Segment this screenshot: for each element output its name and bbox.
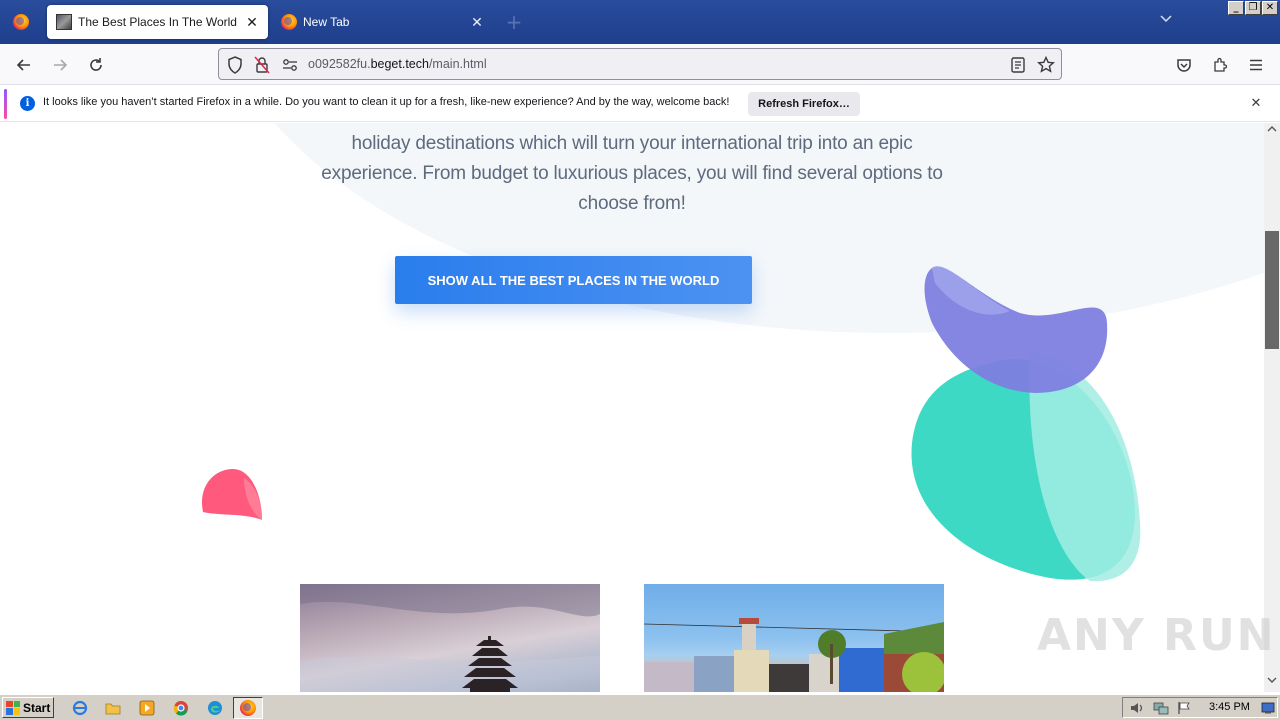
pink-blob-graphic <box>201 468 262 520</box>
reload-button[interactable] <box>81 50 111 80</box>
chevron-down-icon <box>1160 15 1172 23</box>
pagoda-silhouette-graphic <box>300 584 600 692</box>
intro-line: choose from! <box>578 193 686 214</box>
reader-view-icon[interactable] <box>1011 57 1025 73</box>
tracking-protection-shield-icon[interactable] <box>227 56 243 74</box>
windows-logo-icon <box>6 700 20 715</box>
tab-best-places[interactable]: The Best Places In The World ✕ <box>47 5 268 39</box>
anyrun-watermark: ANY RUN <box>1037 610 1276 661</box>
back-button[interactable] <box>9 50 39 80</box>
close-window-button[interactable]: ✕ <box>1262 1 1278 15</box>
extensions-button[interactable] <box>1205 50 1235 80</box>
notification-accent-stripe <box>4 89 7 119</box>
start-label: Start <box>23 700 51 715</box>
tab-title: The Best Places In The World <box>78 15 237 29</box>
notification-bar: i It looks like you haven’t started Fire… <box>0 86 1280 122</box>
decorative-blobs-graphic <box>911 266 1141 582</box>
place-image-bali-temple[interactable] <box>300 584 600 692</box>
internet-explorer-icon[interactable] <box>70 698 90 718</box>
refresh-firefox-button[interactable]: Refresh Firefox… <box>748 92 860 116</box>
app-menu-button[interactable] <box>1241 50 1271 80</box>
close-tab-icon[interactable]: ✕ <box>242 12 262 32</box>
insecure-lock-icon[interactable] <box>254 56 270 74</box>
vertical-scrollbar[interactable] <box>1264 123 1280 692</box>
window-controls: _ ❐ ✕ <box>1228 1 1278 16</box>
town-scene-graphic <box>644 618 944 692</box>
url-domain: beget.tech <box>370 57 429 71</box>
page-viewport: holiday destinations which will turn you… <box>0 123 1264 692</box>
firefox-menu-button[interactable] <box>0 0 42 44</box>
chevron-down-icon <box>1267 677 1277 683</box>
edge-icon[interactable] <box>205 698 225 718</box>
windows-taskbar: Start 3:45 PM <box>0 694 1280 720</box>
tab-title: New Tab <box>303 15 350 29</box>
puzzle-piece-icon <box>1214 57 1228 72</box>
volume-icon[interactable] <box>1129 701 1145 715</box>
minimize-button[interactable]: _ <box>1228 1 1244 15</box>
firefox-taskbar-button[interactable] <box>233 697 263 719</box>
firefox-icon <box>281 14 297 30</box>
show-desktop-icon[interactable] <box>1261 702 1275 714</box>
chevron-up-icon <box>1267 126 1277 132</box>
scrollbar-thumb[interactable] <box>1265 231 1279 349</box>
tab-new-tab[interactable]: New Tab ✕ <box>272 5 493 39</box>
address-bar[interactable]: o092582fu.beget.tech/main.html <box>218 48 1062 80</box>
pocket-button[interactable] <box>1169 50 1199 80</box>
reload-icon <box>90 58 102 71</box>
intro-line: holiday destinations which will turn you… <box>351 133 913 154</box>
new-tab-button[interactable]: + <box>504 10 524 34</box>
back-arrow-icon <box>16 59 30 71</box>
close-notification-icon[interactable]: ✕ <box>1246 94 1266 114</box>
info-icon: i <box>20 96 35 111</box>
pocket-icon <box>1177 59 1191 72</box>
firefox-icon <box>13 14 29 30</box>
firefox-icon <box>240 700 256 716</box>
start-button[interactable]: Start <box>2 697 54 718</box>
action-center-flag-icon[interactable] <box>1177 701 1191 715</box>
media-player-icon[interactable] <box>137 698 157 718</box>
intro-paragraph: holiday destinations which will turn you… <box>300 129 964 219</box>
bookmark-star-icon[interactable] <box>1037 56 1055 74</box>
scroll-down-arrow-icon[interactable] <box>1264 676 1280 690</box>
taskbar-clock[interactable]: 3:45 PM <box>1209 701 1250 713</box>
intro-line: experience. From budget to luxurious pla… <box>321 163 943 184</box>
list-all-tabs-button[interactable] <box>1156 12 1176 32</box>
scroll-up-arrow-icon[interactable] <box>1264 125 1280 139</box>
close-tab-icon[interactable]: ✕ <box>467 12 487 32</box>
url-subdomain: o092582fu. <box>308 57 371 71</box>
chrome-icon[interactable] <box>171 698 191 718</box>
forward-arrow-icon <box>54 59 68 71</box>
forward-button[interactable] <box>45 50 75 80</box>
restore-button[interactable]: ❐ <box>1245 1 1261 15</box>
hamburger-menu-icon <box>1250 59 1262 71</box>
file-explorer-icon[interactable] <box>103 698 123 718</box>
url-text[interactable]: o092582fu.beget.tech/main.html <box>308 57 487 71</box>
place-image-coastal-town[interactable] <box>644 584 944 692</box>
permissions-icon[interactable] <box>282 58 298 72</box>
notification-message: It looks like you haven’t started Firefo… <box>43 96 730 108</box>
site-favicon-icon <box>56 14 72 30</box>
show-all-places-button[interactable]: SHOW ALL THE BEST PLACES IN THE WORLD <box>395 256 752 304</box>
network-icon[interactable] <box>1153 701 1169 715</box>
navigation-toolbar: o092582fu.beget.tech/main.html <box>0 44 1280 85</box>
tab-strip: The Best Places In The World ✕ New Tab ✕… <box>0 0 1280 44</box>
url-path: /main.html <box>428 57 487 71</box>
system-tray: 3:45 PM <box>1122 697 1278 718</box>
